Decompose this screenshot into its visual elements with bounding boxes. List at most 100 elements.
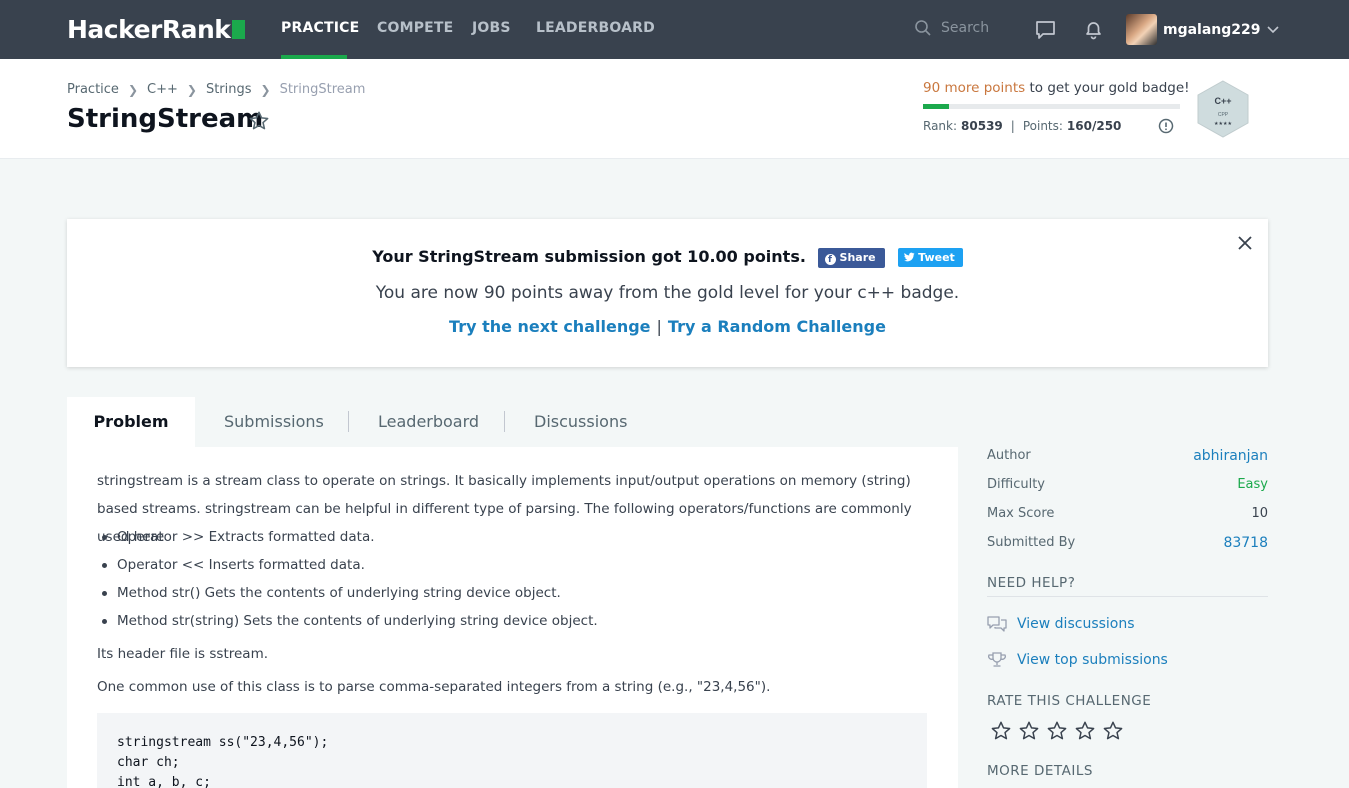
tweet-button[interactable]: Tweet <box>898 248 963 267</box>
top-nav: HackerRank PRACTICE COMPETE JOBS LEADERB… <box>0 0 1349 59</box>
user-menu[interactable]: mgalang229 <box>1126 14 1279 45</box>
breadcrumb-strings[interactable]: Strings <box>206 82 252 97</box>
facebook-share-button[interactable]: f Share <box>817 247 885 268</box>
nav-jobs[interactable]: JOBS <box>472 20 511 36</box>
chevron-right-icon: ❯ <box>127 82 138 97</box>
chevron-right-icon: ❯ <box>260 82 271 97</box>
cpp-badge-icon[interactable]: C++ CPP ★★★★ <box>1196 80 1250 142</box>
view-discussions-link[interactable]: View discussions <box>987 615 1135 633</box>
twitter-bird-icon <box>904 252 915 262</box>
close-icon[interactable] <box>1237 235 1253 251</box>
tab-divider <box>504 411 505 432</box>
view-top-submissions-label: View top submissions <box>1017 652 1168 668</box>
challenge-header: Practice ❯ C++ ❯ Strings ❯ StringStream … <box>0 59 1349 159</box>
page-title: StringStream <box>67 104 264 134</box>
next-challenge-link[interactable]: Try the next challenge <box>449 317 650 336</box>
nav-leaderboard[interactable]: LEADERBOARD <box>536 20 655 36</box>
badge-icon-stars: ★★★★ <box>1214 121 1232 127</box>
breadcrumb-current: StringStream <box>279 82 366 97</box>
need-help-heading: NEED HELP? <box>987 575 1076 591</box>
difficulty-value: Easy <box>1237 477 1268 492</box>
view-top-submissions-link[interactable]: View top submissions <box>987 651 1168 669</box>
points-needed: 90 more points <box>923 80 1026 96</box>
list-item: Method str() Gets the contents of underl… <box>97 579 937 607</box>
random-challenge-link[interactable]: Try a Random Challenge <box>668 317 886 336</box>
max-score-value: 10 <box>1251 506 1268 521</box>
usage-text: One common use of this class is to parse… <box>97 679 771 695</box>
notifications-bell-icon[interactable] <box>1083 19 1104 40</box>
nav-practice[interactable]: PRACTICE <box>281 20 359 36</box>
list-item: Method str(string) Sets the contents of … <box>97 607 937 635</box>
author-label: Author <box>987 448 1031 463</box>
submitted-by-label: Submitted By <box>987 535 1076 550</box>
nav-compete[interactable]: COMPETE <box>377 20 453 36</box>
tab-discussions[interactable]: Discussions <box>534 397 627 447</box>
more-details-heading: MORE DETAILS <box>987 763 1093 779</box>
problem-statement: stringstream is a stream class to operat… <box>67 447 958 788</box>
divider <box>987 596 1268 597</box>
operator-list: Operator >> Extracts formatted data. Ope… <box>97 523 937 635</box>
rating-star-icon[interactable] <box>1102 720 1124 746</box>
username: mgalang229 <box>1163 21 1261 38</box>
rating-star-icon[interactable] <box>1074 720 1096 746</box>
list-item: Operator >> Extracts formatted data. <box>97 523 937 551</box>
submitted-by-row: Submitted By 83718 <box>987 535 1268 551</box>
tweet-label: Tweet <box>918 251 955 264</box>
chevron-right-icon: ❯ <box>186 82 197 97</box>
banner-links: Try the next challenge | Try a Random Chal… <box>67 317 1268 336</box>
search-placeholder: Search <box>941 20 990 36</box>
logo-block-icon <box>232 20 246 39</box>
search-input[interactable]: Search <box>914 19 989 37</box>
badge-progress-fill <box>923 104 949 109</box>
avatar <box>1126 14 1157 45</box>
banner-headline: Your StringStream submission got 10.00 p… <box>372 247 806 266</box>
rating-star-icon[interactable] <box>1018 720 1040 746</box>
max-score-label: Max Score <box>987 506 1055 521</box>
difficulty-row: Difficulty Easy <box>987 477 1268 492</box>
breadcrumb-practice[interactable]: Practice <box>67 82 119 97</box>
hackerrank-logo[interactable]: HackerRank <box>67 15 246 44</box>
badge-message-suffix: to get your gold badge! <box>1025 80 1190 96</box>
max-score-row: Max Score 10 <box>987 506 1268 521</box>
info-icon[interactable] <box>1158 118 1174 134</box>
code-line: int a, b, c; <box>117 775 211 788</box>
messages-icon[interactable] <box>1035 19 1056 40</box>
rank-label: Rank: <box>923 119 958 133</box>
share-label: Share <box>839 250 876 264</box>
author-row: Author abhiranjan <box>987 448 1268 464</box>
badge-icon-title: C++ <box>1214 96 1231 106</box>
rank-value: 80539 <box>961 119 1003 133</box>
banner-message: You are now 90 points away from the gold… <box>375 283 960 303</box>
difficulty-label: Difficulty <box>987 477 1045 492</box>
logo-text: HackerRank <box>67 15 231 44</box>
bookmark-star-icon[interactable] <box>248 110 270 132</box>
trophy-icon <box>988 652 1006 667</box>
tab-divider <box>348 411 349 432</box>
rate-challenge-heading: RATE THIS CHALLENGE <box>987 693 1152 709</box>
search-icon <box>915 20 931 36</box>
tab-problem[interactable]: Problem <box>67 397 195 447</box>
points-value: 160/250 <box>1066 119 1122 133</box>
submitted-by-value[interactable]: 83718 <box>1223 535 1268 551</box>
rating-stars <box>990 720 1130 746</box>
facebook-icon: f <box>824 253 836 265</box>
breadcrumb-cpp[interactable]: C++ <box>147 82 178 97</box>
tab-leaderboard[interactable]: Leaderboard <box>378 397 479 447</box>
header-file-text: Its header file is sstream. <box>97 646 269 662</box>
link-separator: | <box>656 317 662 336</box>
tab-submissions[interactable]: Submissions <box>224 397 324 447</box>
rating-star-icon[interactable] <box>990 720 1012 746</box>
code-line: char ch; <box>117 755 180 770</box>
list-item: Operator << Inserts formatted data. <box>97 551 937 579</box>
code-sample: stringstream ss("23,4,56"); char ch; int… <box>97 713 927 788</box>
breadcrumb: Practice ❯ C++ ❯ Strings ❯ StringStream <box>67 82 365 97</box>
banner-headline-row: Your StringStream submission got 10.00 p… <box>67 247 1268 268</box>
points-label: Points: <box>1022 119 1063 133</box>
submission-banner: Your StringStream submission got 10.00 p… <box>67 219 1268 367</box>
badge-progress-bar <box>923 104 1180 109</box>
badge-progress-message: 90 more points to get your gold badge! <box>923 80 1190 96</box>
badge-icon-sub: CPP <box>1218 112 1229 118</box>
author-link[interactable]: abhiranjan <box>1193 448 1268 464</box>
chevron-down-icon <box>1266 25 1279 33</box>
rating-star-icon[interactable] <box>1046 720 1068 746</box>
